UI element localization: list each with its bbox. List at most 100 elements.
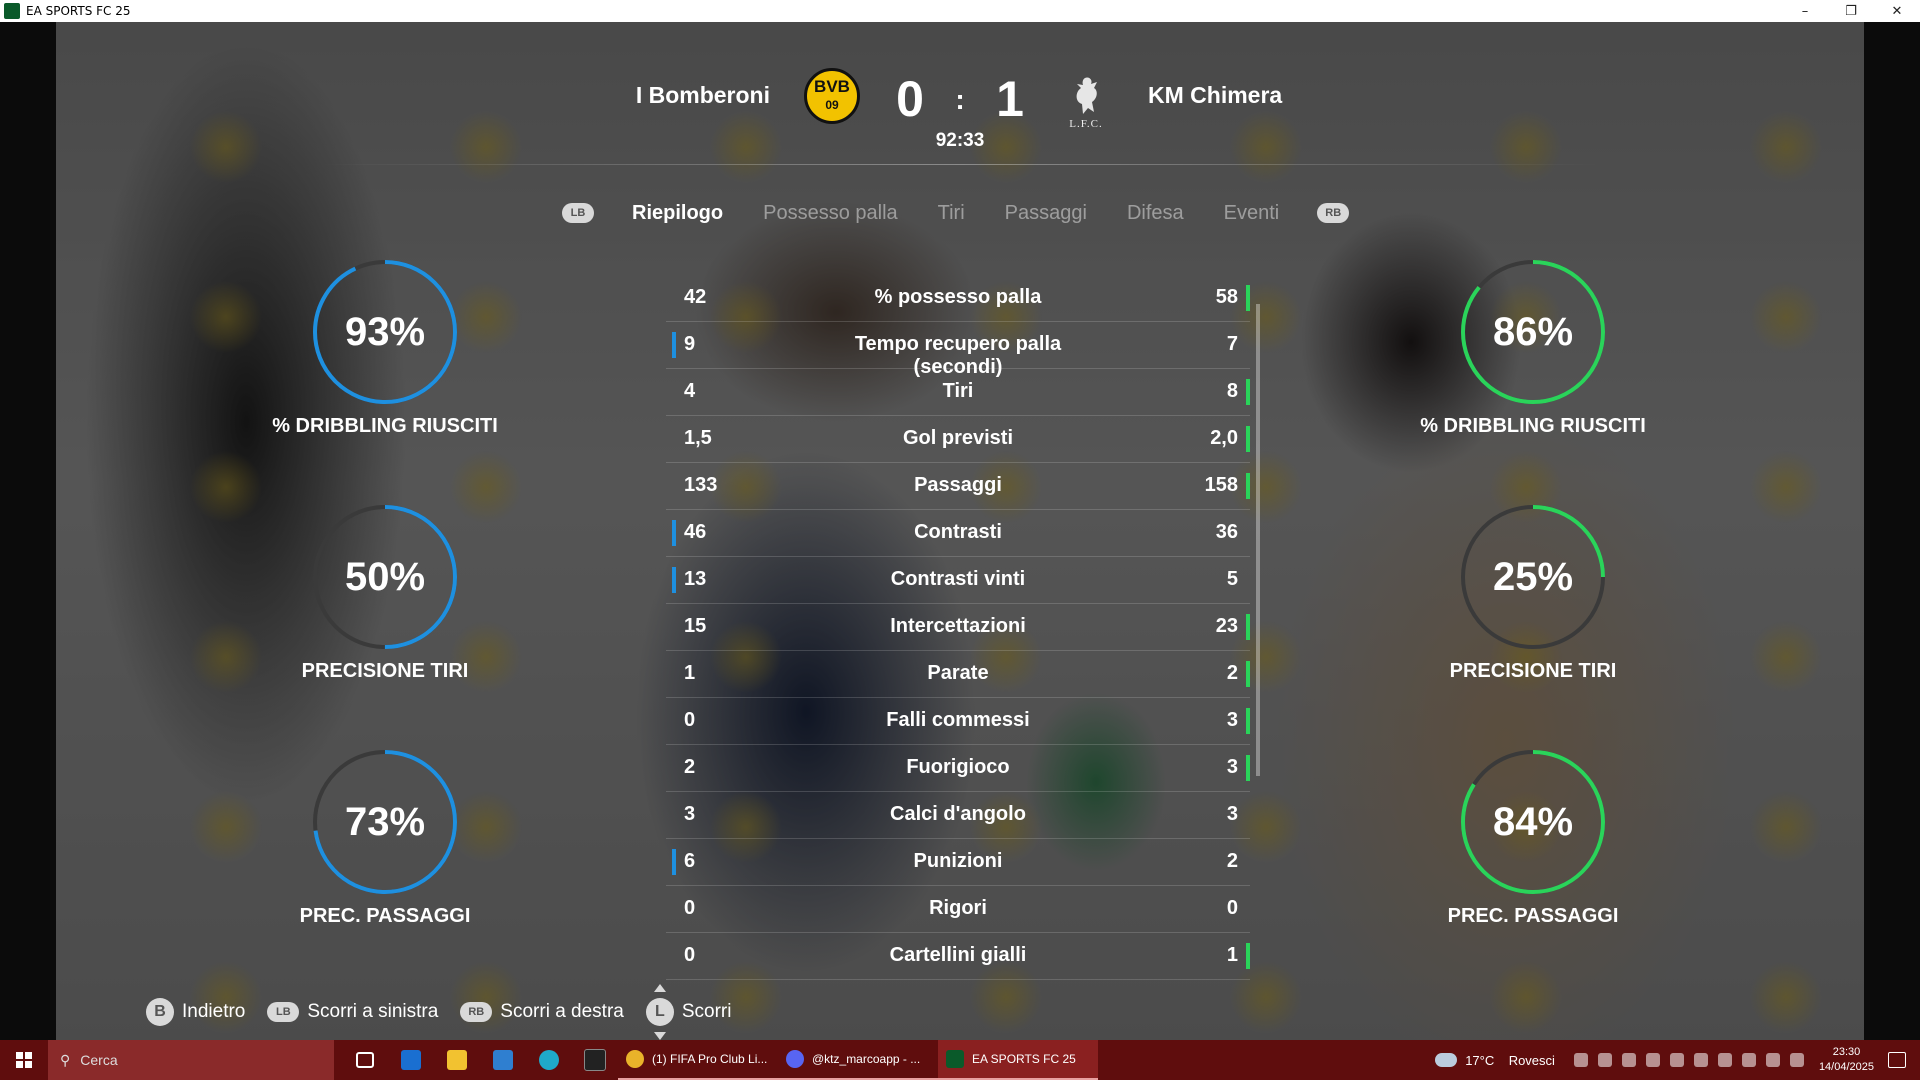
tray-app-icon[interactable] (1669, 1053, 1684, 1067)
weather-temp: 17°C (1465, 1052, 1495, 1068)
tray-icons[interactable] (1569, 1053, 1809, 1067)
task-label: @ktz_marcoapp - ... (812, 1052, 921, 1066)
microphone-icon[interactable] (1693, 1053, 1708, 1067)
stat-label: Falli commessi (886, 709, 1030, 731)
away-shot-accuracy-gauge: 25% (1458, 502, 1608, 652)
away-stat-value: 3 (1226, 756, 1238, 778)
restore-button[interactable]: ❐ (1828, 4, 1874, 19)
home-stat-value: 13 (684, 568, 707, 590)
edge-icon[interactable] (526, 1040, 572, 1080)
stat-row: 133 Passaggi 158 (666, 463, 1250, 510)
stat-label: % possesso palla (874, 286, 1042, 308)
stat-row: 1,5 Gol previsti 2,0 (666, 416, 1250, 463)
terminal-icon[interactable] (572, 1040, 618, 1080)
stats-table: 42% possesso palla 58 9 Tempo recupero pal… (666, 275, 1250, 980)
tray-app-icon[interactable] (1645, 1053, 1660, 1067)
home-stat-value: 46 (684, 521, 707, 543)
tab-riepilogo[interactable]: Riepilogo (632, 202, 723, 225)
tab-eventi[interactable]: Eventi (1224, 202, 1280, 225)
away-pass-accuracy-gauge: 84% (1458, 747, 1608, 897)
stat-row: 1 Parate 2 (666, 651, 1250, 698)
stat-row: 15 Intercettazioni 23 (666, 604, 1250, 651)
task-label: EA SPORTS FC 25 (972, 1052, 1076, 1066)
rb-button-icon[interactable]: RB (1317, 203, 1350, 223)
app-icon (4, 3, 20, 19)
stat-label: Tiri (942, 380, 974, 402)
home-pass-accuracy-gauge: 73% (310, 747, 460, 897)
stat-row: 0 Cartellini gialli 1 (666, 933, 1250, 980)
score-separator: : (955, 84, 965, 115)
home-team-name: I Bomberoni (635, 82, 770, 108)
time: 23:30 (1832, 1046, 1861, 1058)
home-stat-value: 42 (684, 286, 707, 308)
stat-label: Fuorigioco (906, 756, 1010, 778)
controller-hints: B Indietro LB Scorri a sinistra RB Scorr… (146, 984, 753, 1040)
gauge-value: 86% (1492, 309, 1574, 354)
close-button[interactable]: ✕ (1874, 4, 1920, 19)
home-stat-value: 0 (684, 709, 696, 731)
stat-row: 6 Punizioni 2 (666, 839, 1250, 886)
tab-difesa[interactable]: Difesa (1127, 202, 1184, 225)
away-stat-value: 7 (1226, 333, 1238, 355)
stat-label: Contrasti vinti (890, 568, 1026, 590)
taskbar-chrome[interactable]: (1) FIFA Pro Club Li... (618, 1040, 778, 1080)
scroll-right-hint[interactable]: RB Scorri a destra (460, 1001, 624, 1023)
tab-tiri[interactable]: Tiri (938, 202, 965, 225)
match-clock: 92:33 (935, 130, 985, 151)
task-view-icon[interactable] (342, 1040, 388, 1080)
stat-row: 2 Fuorigioco 3 (666, 745, 1250, 792)
home-shot-accuracy-gauge: 50% (310, 502, 460, 652)
tray-app-icon[interactable] (1597, 1053, 1612, 1067)
home-dribbling-gauge: 93% (310, 257, 460, 407)
gauge-label: PREC. PASSAGGI (299, 905, 471, 927)
file-explorer-icon[interactable] (434, 1040, 480, 1080)
scroll-left-hint[interactable]: LB Scorri a sinistra (267, 1001, 438, 1023)
taskbar-clock[interactable]: 23:30 14/04/2025 (1819, 1045, 1874, 1075)
stats-scrollbar[interactable] (1256, 304, 1260, 776)
tab-passaggi[interactable]: Passaggi (1005, 202, 1087, 225)
away-stat-value: 58 (1215, 286, 1238, 308)
taskbar-discord[interactable]: @ktz_marcoapp - ... (778, 1040, 938, 1080)
taskbar-search[interactable]: ⚲ Cerca (48, 1040, 334, 1080)
windows-taskbar: ⚲ Cerca (1) FIFA Pro Club Li... @ktz_mar… (0, 1040, 1920, 1080)
back-label: Indietro (182, 1001, 246, 1022)
home-stat-value: 133 (684, 474, 718, 496)
home-score: 0 (896, 71, 924, 127)
battery-icon[interactable] (1741, 1053, 1756, 1067)
taskbar-fc25[interactable]: EA SPORTS FC 25 (938, 1040, 1098, 1080)
airplane-mode-icon[interactable] (1765, 1053, 1780, 1067)
stat-row: 42 % possesso palla 58 (666, 275, 1250, 322)
volume-icon[interactable] (1789, 1053, 1804, 1067)
tab-possesso-palla[interactable]: Possesso palla (763, 202, 898, 225)
calculator-icon[interactable] (480, 1040, 526, 1080)
weather-widget[interactable]: 17°C Rovesci (1435, 1053, 1555, 1068)
home-stat-value: 15 (684, 615, 707, 637)
away-team-badge: L.F.C. (1066, 66, 1106, 130)
gauge-label: PRECISIONE TIRI (1449, 660, 1617, 682)
liverbird-icon (1076, 77, 1097, 114)
stats-tabs: LB Riepilogo Possesso palla Tiri Passagg… (562, 198, 1350, 228)
away-stat-value: 1 (1226, 944, 1238, 966)
minimize-button[interactable]: – (1782, 4, 1828, 19)
back-hint[interactable]: B Indietro (146, 998, 245, 1026)
system-tray: 17°C Rovesci 23:30 14/04/2025 (1435, 1040, 1920, 1080)
gauge-label: % DRIBBLING RIUSCITI (1420, 415, 1646, 437)
stat-label: Contrasti (914, 521, 1002, 543)
header-divider (320, 164, 1600, 165)
gauge-label: PREC. PASSAGGI (1447, 905, 1619, 927)
away-team-name: KM Chimera (1148, 82, 1283, 108)
tray-app-icon[interactable] (1621, 1053, 1636, 1067)
left-stick-icon: L (645, 984, 674, 1040)
outlook-icon[interactable] (388, 1040, 434, 1080)
gauge-value: 93% (344, 309, 426, 354)
away-stat-value: 5 (1226, 568, 1238, 590)
stat-label: Cartellini gialli (889, 944, 1027, 966)
away-stat-value: 0 (1226, 897, 1238, 919)
lb-button-icon[interactable]: LB (562, 203, 594, 223)
tray-app-icon[interactable] (1573, 1053, 1588, 1067)
windows-logo-icon (16, 1052, 32, 1068)
scroll-hint[interactable]: L Scorri (645, 984, 731, 1040)
notification-icon[interactable] (1888, 1052, 1906, 1068)
start-button[interactable] (0, 1040, 48, 1080)
tray-app-icon[interactable] (1717, 1053, 1732, 1067)
